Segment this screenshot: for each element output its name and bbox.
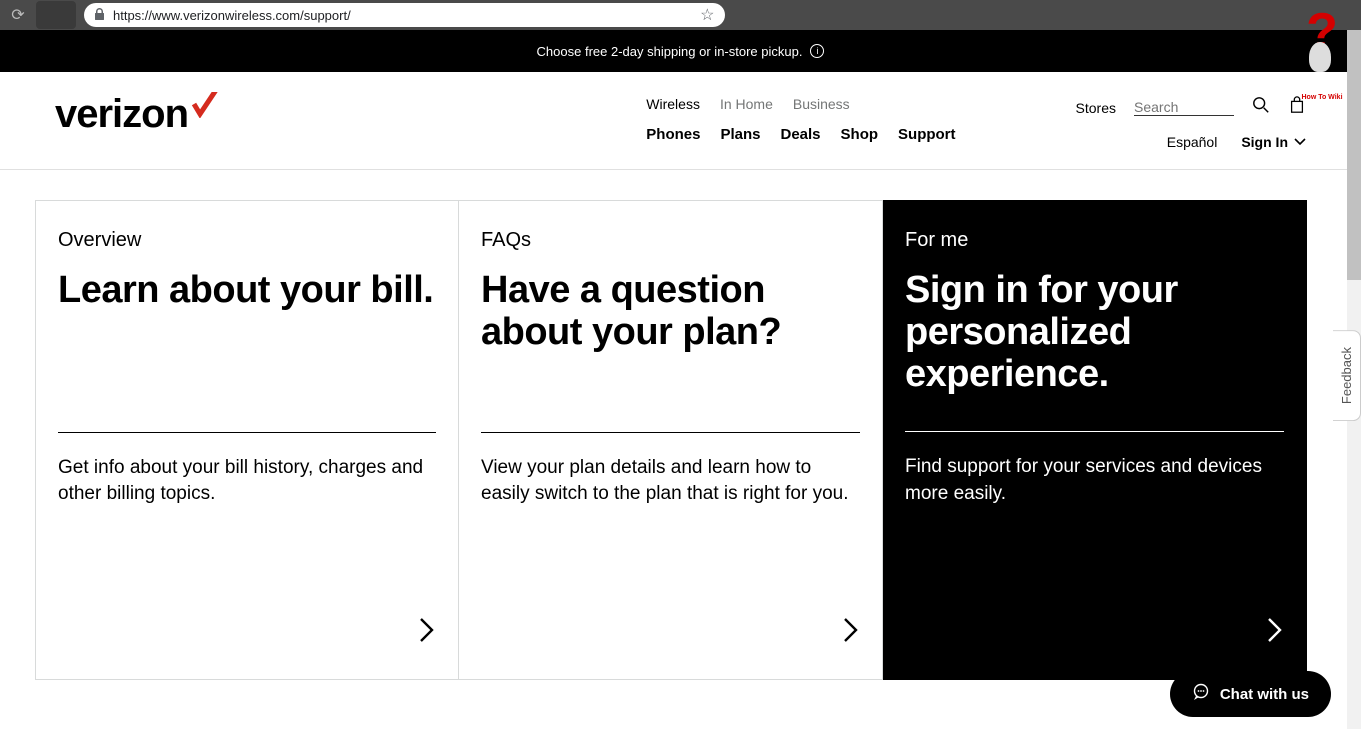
card-forme[interactable]: For me Sign in for your personalized exp… — [883, 200, 1307, 680]
site-header: verizon Wireless In Home Business Phones… — [0, 72, 1361, 170]
card-title: Have a question about your plan? — [481, 270, 860, 354]
scrollbar-thumb[interactable] — [1347, 30, 1361, 280]
url-text: https://www.verizonwireless.com/support/ — [113, 8, 692, 23]
main-nav: Wireless In Home Business Phones Plans D… — [646, 92, 955, 143]
card-body: View your plan details and learn how to … — [481, 455, 860, 508]
nav-wireless[interactable]: Wireless — [646, 96, 700, 112]
refresh-icon[interactable]: ⟳ — [8, 5, 28, 25]
divider — [58, 432, 436, 433]
divider — [481, 432, 860, 433]
support-cards: Overview Learn about your bill. Get info… — [0, 170, 1361, 680]
chevron-right-icon[interactable] — [418, 616, 436, 651]
chevron-down-icon — [1294, 133, 1306, 151]
checkmark-icon — [190, 92, 220, 123]
card-eyebrow: FAQs — [481, 229, 860, 252]
search-icon[interactable] — [1252, 96, 1270, 119]
logo[interactable]: verizon — [55, 92, 220, 137]
chevron-right-icon[interactable] — [842, 616, 860, 651]
chat-icon — [1192, 683, 1210, 705]
nav-deals[interactable]: Deals — [781, 126, 821, 143]
howtowiki-watermark: ? How To Wiki — [1297, 12, 1347, 101]
nav-shop[interactable]: Shop — [841, 126, 879, 143]
chat-label: Chat with us — [1220, 686, 1309, 703]
browser-chrome: ⟳ https://www.verizonwireless.com/suppor… — [0, 0, 1361, 30]
chevron-right-icon[interactable] — [1266, 616, 1284, 651]
signin-label: Sign In — [1241, 134, 1288, 150]
utility-nav: Stores Español Sign In — [1076, 92, 1306, 151]
espanol-link[interactable]: Español — [1167, 134, 1218, 150]
card-overview[interactable]: Overview Learn about your bill. Get info… — [35, 200, 459, 680]
nav-phones[interactable]: Phones — [646, 126, 700, 143]
lock-icon — [94, 8, 105, 23]
card-eyebrow: Overview — [58, 229, 436, 252]
nav-plans[interactable]: Plans — [720, 126, 760, 143]
card-body: Find support for your services and devic… — [905, 454, 1284, 507]
promo-banner: Choose free 2-day shipping or in-store p… — [0, 30, 1361, 72]
nav-support[interactable]: Support — [898, 126, 956, 143]
question-mark-icon: ? — [1297, 12, 1347, 54]
logo-text: verizon — [55, 92, 188, 137]
search-field[interactable] — [1134, 99, 1234, 116]
card-title: Learn about your bill. — [58, 270, 436, 312]
divider — [905, 431, 1284, 432]
feedback-tab[interactable]: Feedback — [1333, 330, 1361, 421]
search-input[interactable] — [1134, 99, 1214, 115]
card-body: Get info about your bill history, charge… — [58, 455, 436, 508]
nav-inhome[interactable]: In Home — [720, 96, 773, 112]
info-icon[interactable]: i — [810, 44, 824, 58]
signin-button[interactable]: Sign In — [1241, 133, 1306, 151]
browser-decoration — [36, 1, 76, 29]
watermark-label: How To Wiki — [1297, 94, 1347, 101]
stores-link[interactable]: Stores — [1076, 100, 1116, 116]
card-faqs[interactable]: FAQs Have a question about your plan? Vi… — [459, 200, 883, 680]
address-bar[interactable]: https://www.verizonwireless.com/support/… — [84, 3, 725, 27]
card-eyebrow: For me — [905, 229, 1284, 252]
chat-widget[interactable]: Chat with us — [1170, 671, 1331, 717]
card-title: Sign in for your personalized experience… — [905, 270, 1284, 395]
promo-text: Choose free 2-day shipping or in-store p… — [537, 44, 803, 59]
star-icon[interactable]: ☆ — [700, 5, 714, 25]
nav-business[interactable]: Business — [793, 96, 850, 112]
